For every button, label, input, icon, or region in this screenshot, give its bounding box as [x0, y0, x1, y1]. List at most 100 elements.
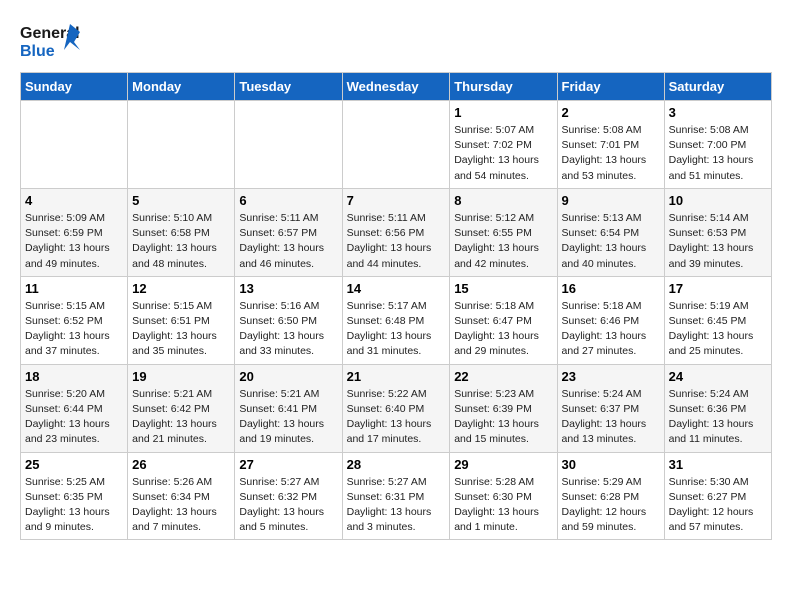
- week-row-1: 1 Sunrise: 5:07 AM Sunset: 7:02 PM Daylig…: [21, 101, 772, 189]
- day-info: Sunrise: 5:14 AM Sunset: 6:53 PM Dayligh…: [669, 211, 767, 272]
- calendar-cell: 17 Sunrise: 5:19 AM Sunset: 6:45 PM Dayli…: [664, 276, 771, 364]
- day-number: 12: [132, 281, 230, 296]
- day-info: Sunrise: 5:15 AM Sunset: 6:51 PM Dayligh…: [132, 299, 230, 360]
- day-info: Sunrise: 5:16 AM Sunset: 6:50 PM Dayligh…: [239, 299, 337, 360]
- day-info: Sunrise: 5:19 AM Sunset: 6:45 PM Dayligh…: [669, 299, 767, 360]
- day-number: 4: [25, 193, 123, 208]
- day-number: 26: [132, 457, 230, 472]
- day-info: Sunrise: 5:25 AM Sunset: 6:35 PM Dayligh…: [25, 475, 123, 536]
- day-info: Sunrise: 5:29 AM Sunset: 6:28 PM Dayligh…: [562, 475, 660, 536]
- day-info: Sunrise: 5:21 AM Sunset: 6:41 PM Dayligh…: [239, 387, 337, 448]
- week-row-2: 4Sunrise: 5:09 AM Sunset: 6:59 PM Daylig…: [21, 188, 772, 276]
- day-number: 2: [562, 105, 660, 120]
- day-info: Sunrise: 5:26 AM Sunset: 6:34 PM Dayligh…: [132, 475, 230, 536]
- calendar-cell: 14 Sunrise: 5:17 AM Sunset: 6:48 PM Dayli…: [342, 276, 450, 364]
- calendar-cell: 25 Sunrise: 5:25 AM Sunset: 6:35 PM Dayli…: [21, 452, 128, 540]
- day-number: 25: [25, 457, 123, 472]
- day-info: Sunrise: 5:24 AM Sunset: 6:37 PM Dayligh…: [562, 387, 660, 448]
- day-info: Sunrise: 5:30 AM Sunset: 6:27 PM Dayligh…: [669, 475, 767, 536]
- day-number: 7: [347, 193, 446, 208]
- day-number: 8: [454, 193, 552, 208]
- svg-text:Blue: Blue: [20, 43, 55, 60]
- day-info: Sunrise: 5:27 AM Sunset: 6:31 PM Dayligh…: [347, 475, 446, 536]
- calendar-cell: 10Sunrise: 5:14 AM Sunset: 6:53 PM Dayli…: [664, 188, 771, 276]
- calendar-cell: [128, 101, 235, 189]
- day-info: Sunrise: 5:08 AM Sunset: 7:01 PM Dayligh…: [562, 123, 660, 184]
- day-number: 30: [562, 457, 660, 472]
- day-number: 18: [25, 369, 123, 384]
- calendar-cell: 13 Sunrise: 5:16 AM Sunset: 6:50 PM Dayli…: [235, 276, 342, 364]
- day-number: 20: [239, 369, 337, 384]
- day-number: 15: [454, 281, 552, 296]
- day-header-monday: Monday: [128, 73, 235, 101]
- day-header-friday: Friday: [557, 73, 664, 101]
- logo-icon: GeneralBlue: [20, 20, 80, 62]
- calendar-cell: 5 Sunrise: 5:10 AM Sunset: 6:58 PM Daylig…: [128, 188, 235, 276]
- day-info: Sunrise: 5:27 AM Sunset: 6:32 PM Dayligh…: [239, 475, 337, 536]
- day-info: Sunrise: 5:18 AM Sunset: 6:46 PM Dayligh…: [562, 299, 660, 360]
- day-number: 17: [669, 281, 767, 296]
- day-header-wednesday: Wednesday: [342, 73, 450, 101]
- calendar-cell: 2 Sunrise: 5:08 AM Sunset: 7:01 PM Daylig…: [557, 101, 664, 189]
- day-info: Sunrise: 5:08 AM Sunset: 7:00 PM Dayligh…: [669, 123, 767, 184]
- day-info: Sunrise: 5:12 AM Sunset: 6:55 PM Dayligh…: [454, 211, 552, 272]
- day-info: Sunrise: 5:21 AM Sunset: 6:42 PM Dayligh…: [132, 387, 230, 448]
- calendar-cell: 19 Sunrise: 5:21 AM Sunset: 6:42 PM Dayli…: [128, 364, 235, 452]
- day-info: Sunrise: 5:17 AM Sunset: 6:48 PM Dayligh…: [347, 299, 446, 360]
- day-header-thursday: Thursday: [450, 73, 557, 101]
- calendar-cell: 12 Sunrise: 5:15 AM Sunset: 6:51 PM Dayli…: [128, 276, 235, 364]
- calendar-cell: 3 Sunrise: 5:08 AM Sunset: 7:00 PM Daylig…: [664, 101, 771, 189]
- calendar-cell: 21 Sunrise: 5:22 AM Sunset: 6:40 PM Dayli…: [342, 364, 450, 452]
- calendar-cell: 15 Sunrise: 5:18 AM Sunset: 6:47 PM Dayli…: [450, 276, 557, 364]
- day-info: Sunrise: 5:22 AM Sunset: 6:40 PM Dayligh…: [347, 387, 446, 448]
- day-info: Sunrise: 5:28 AM Sunset: 6:30 PM Dayligh…: [454, 475, 552, 536]
- day-number: 31: [669, 457, 767, 472]
- day-number: 13: [239, 281, 337, 296]
- day-info: Sunrise: 5:10 AM Sunset: 6:58 PM Dayligh…: [132, 211, 230, 272]
- day-number: 3: [669, 105, 767, 120]
- page-header: GeneralBlue: [20, 20, 772, 62]
- calendar-cell: 4Sunrise: 5:09 AM Sunset: 6:59 PM Daylig…: [21, 188, 128, 276]
- day-info: Sunrise: 5:11 AM Sunset: 6:57 PM Dayligh…: [239, 211, 337, 272]
- calendar-cell: 22Sunrise: 5:23 AM Sunset: 6:39 PM Dayli…: [450, 364, 557, 452]
- calendar-cell: [235, 101, 342, 189]
- calendar-cell: 16 Sunrise: 5:18 AM Sunset: 6:46 PM Dayli…: [557, 276, 664, 364]
- calendar-cell: 1 Sunrise: 5:07 AM Sunset: 7:02 PM Daylig…: [450, 101, 557, 189]
- day-info: Sunrise: 5:23 AM Sunset: 6:39 PM Dayligh…: [454, 387, 552, 448]
- calendar-cell: 29Sunrise: 5:28 AM Sunset: 6:30 PM Dayli…: [450, 452, 557, 540]
- day-number: 24: [669, 369, 767, 384]
- calendar-cell: 20 Sunrise: 5:21 AM Sunset: 6:41 PM Dayli…: [235, 364, 342, 452]
- week-row-4: 18Sunrise: 5:20 AM Sunset: 6:44 PM Dayli…: [21, 364, 772, 452]
- day-info: Sunrise: 5:24 AM Sunset: 6:36 PM Dayligh…: [669, 387, 767, 448]
- day-info: Sunrise: 5:18 AM Sunset: 6:47 PM Dayligh…: [454, 299, 552, 360]
- calendar-cell: 7 Sunrise: 5:11 AM Sunset: 6:56 PM Daylig…: [342, 188, 450, 276]
- day-number: 23: [562, 369, 660, 384]
- day-number: 14: [347, 281, 446, 296]
- day-number: 16: [562, 281, 660, 296]
- day-number: 1: [454, 105, 552, 120]
- calendar-cell: 6Sunrise: 5:11 AM Sunset: 6:57 PM Daylig…: [235, 188, 342, 276]
- day-number: 11: [25, 281, 123, 296]
- calendar-cell: 30 Sunrise: 5:29 AM Sunset: 6:28 PM Dayli…: [557, 452, 664, 540]
- calendar-cell: 8 Sunrise: 5:12 AM Sunset: 6:55 PM Daylig…: [450, 188, 557, 276]
- calendar-cell: 9Sunrise: 5:13 AM Sunset: 6:54 PM Daylig…: [557, 188, 664, 276]
- week-row-5: 25 Sunrise: 5:25 AM Sunset: 6:35 PM Dayli…: [21, 452, 772, 540]
- calendar-cell: [342, 101, 450, 189]
- calendar-cell: 18Sunrise: 5:20 AM Sunset: 6:44 PM Dayli…: [21, 364, 128, 452]
- day-number: 19: [132, 369, 230, 384]
- day-header-sunday: Sunday: [21, 73, 128, 101]
- calendar-cell: 31 Sunrise: 5:30 AM Sunset: 6:27 PM Dayli…: [664, 452, 771, 540]
- day-header-saturday: Saturday: [664, 73, 771, 101]
- calendar-header-row: SundayMondayTuesdayWednesdayThursdayFrid…: [21, 73, 772, 101]
- day-number: 21: [347, 369, 446, 384]
- day-info: Sunrise: 5:11 AM Sunset: 6:56 PM Dayligh…: [347, 211, 446, 272]
- day-number: 5: [132, 193, 230, 208]
- calendar-cell: [21, 101, 128, 189]
- calendar-cell: 28Sunrise: 5:27 AM Sunset: 6:31 PM Dayli…: [342, 452, 450, 540]
- day-header-tuesday: Tuesday: [235, 73, 342, 101]
- calendar-cell: 23 Sunrise: 5:24 AM Sunset: 6:37 PM Dayli…: [557, 364, 664, 452]
- week-row-3: 11Sunrise: 5:15 AM Sunset: 6:52 PM Dayli…: [21, 276, 772, 364]
- calendar-cell: 24 Sunrise: 5:24 AM Sunset: 6:36 PM Dayli…: [664, 364, 771, 452]
- day-info: Sunrise: 5:07 AM Sunset: 7:02 PM Dayligh…: [454, 123, 552, 184]
- day-info: Sunrise: 5:13 AM Sunset: 6:54 PM Dayligh…: [562, 211, 660, 272]
